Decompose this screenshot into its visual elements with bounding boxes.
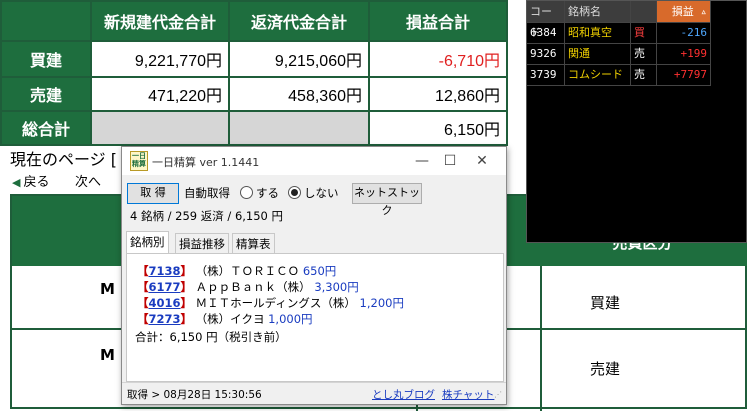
sell-close-total: 458,360円 xyxy=(228,76,370,112)
back-label: 戻る xyxy=(23,175,50,190)
ticker-code: 9326 xyxy=(527,43,565,64)
grand-pl-total: 6,150円 xyxy=(368,110,508,146)
page-indicator: 現在のページ [ xyxy=(10,150,118,169)
ticker-panel: コード 銘柄名 損益 ▵ 6384 昭和真空 買 -216 9326 関通 売 … xyxy=(526,0,747,243)
radio-on-label: する xyxy=(256,186,279,200)
col-divider xyxy=(540,266,542,411)
radio-selected-icon xyxy=(288,186,301,199)
summary-stats: 4 銘柄 / 259 返済 / 6,150 円 xyxy=(130,209,284,223)
auto-fetch-on-radio[interactable]: する xyxy=(240,185,279,201)
tab-by-stock[interactable]: 銘柄別 xyxy=(126,231,169,255)
fetch-timestamp: 取得 > 08月28日 15:30:56 xyxy=(127,389,262,401)
ticker-pl: -216 xyxy=(657,22,711,43)
tab-settlement-table[interactable]: 精算表 xyxy=(232,233,275,254)
ticker-code: 3739 xyxy=(527,64,565,85)
row-label-grand-total: 総合計 xyxy=(0,110,92,146)
blog-link[interactable]: とし丸ブログ xyxy=(372,387,435,402)
ticker-header-side[interactable] xyxy=(631,1,657,22)
radio-unselected-icon xyxy=(240,186,253,199)
ticker-name: 昭和真空 xyxy=(565,22,631,43)
ticker-code: 6384 xyxy=(527,22,565,43)
net-stock-button[interactable]: ネットストック xyxy=(352,183,422,217)
stock-name: ＭＩＴホールディングス（株） xyxy=(195,296,356,310)
buy-new-total: 9,221,770円 xyxy=(90,40,230,78)
stock-name: ＡｐｐＢａｎｋ（株） xyxy=(195,280,311,294)
header-close-total: 返済代金合計 xyxy=(228,0,370,42)
ticker-row[interactable]: 3739 コムシード 売 +7797 xyxy=(527,64,711,86)
stock-amount: 3,300円 xyxy=(314,280,359,294)
ticker-side: 売 xyxy=(631,43,657,64)
sell-pl-total: 12,860円 xyxy=(368,76,508,112)
status-bar: 取得 > 08月28日 15:30:56 とし丸ブログ 株チャット ⋰ xyxy=(122,382,506,405)
grand-new-total xyxy=(90,110,230,146)
close-icon[interactable]: ✕ xyxy=(468,151,496,171)
resize-grip-icon[interactable]: ⋰ xyxy=(494,390,502,399)
ticker-pl: +199 xyxy=(657,43,711,64)
row-label-buy: 買建 xyxy=(0,40,92,78)
row-label-sell: 売建 xyxy=(0,76,92,112)
ticker-header-name[interactable]: 銘柄名 xyxy=(565,1,631,22)
stock-code-link[interactable]: 7273 xyxy=(149,312,181,326)
stock-amount: 1,000円 xyxy=(268,312,313,326)
list-item: 【4016】 ＭＩＴホールディングス（株） 1,200円 xyxy=(137,296,404,310)
grand-close-total xyxy=(228,110,370,146)
row-side-buy: 買建 xyxy=(590,294,621,312)
auto-fetch-label: 自動取得 xyxy=(184,186,230,200)
stock-code-link[interactable]: 4016 xyxy=(149,296,181,310)
ticker-header-code[interactable]: コード xyxy=(527,1,565,39)
summary-corner xyxy=(0,0,92,42)
stock-name: （株）ＴＯＲＩＣＯ xyxy=(195,264,300,278)
header-new-total: 新規建代金合計 xyxy=(90,0,230,42)
radio-off-label: しない xyxy=(304,186,339,200)
daily-settlement-window: 一日精算 一日精算 ver 1.1441 — ☐ ✕ 取 得 自動取得 する し… xyxy=(121,146,507,405)
next-link[interactable]: 次へ xyxy=(75,171,101,190)
chat-link[interactable]: 株チャット xyxy=(442,387,494,402)
total-line: 合計：6,150 円（税引き前） xyxy=(135,330,287,344)
window-titlebar[interactable]: 一日精算 一日精算 ver 1.1441 — ☐ ✕ xyxy=(122,147,506,175)
ticker-row[interactable]: 9326 関通 売 +199 xyxy=(527,43,711,65)
stock-amount: 1,200円 xyxy=(359,296,404,310)
ticker-side: 売 xyxy=(631,64,657,85)
header-pl-total: 損益合計 xyxy=(368,0,508,42)
buy-close-total: 9,215,060円 xyxy=(228,40,370,78)
ticker-pl: +7797 xyxy=(657,64,711,85)
list-item: 【7138】 （株）ＴＯＲＩＣＯ 650円 xyxy=(137,264,337,278)
stock-list: 【7138】 （株）ＴＯＲＩＣＯ 650円 【6177】 ＡｐｐＢａｎｋ（株） … xyxy=(126,253,504,382)
sell-new-total: 471,220円 xyxy=(90,76,230,112)
summary-table: 新規建代金合計 返済代金合計 損益合計 買建 9,221,770円 9,215,… xyxy=(0,0,508,146)
row-side-sell: 売建 xyxy=(590,360,621,378)
ticker-name: コムシード xyxy=(565,64,631,85)
app-icon: 一日精算 xyxy=(130,151,148,171)
maximize-icon[interactable]: ☐ xyxy=(436,151,464,171)
list-item: 【6177】 ＡｐｐＢａｎｋ（株） 3,300円 xyxy=(137,280,359,294)
window-title: 一日精算 ver 1.1441 xyxy=(152,156,260,169)
ticker-side: 買 xyxy=(631,22,657,43)
buy-pl-total: -6,710円 xyxy=(368,40,508,78)
stock-name: （株）イクヨ xyxy=(195,312,265,326)
next-label: 次へ xyxy=(75,175,102,190)
tab-pl-trend[interactable]: 損益推移 xyxy=(175,233,229,254)
ticker-header-pl[interactable]: 損益 ▵ xyxy=(657,1,711,22)
auto-fetch-off-radio[interactable]: しない xyxy=(288,185,339,201)
ticker-header: コード 銘柄名 損益 ▵ xyxy=(527,1,711,39)
back-link[interactable]: ◀ 戻る xyxy=(12,171,49,190)
stock-code-link[interactable]: 7138 xyxy=(149,264,181,278)
ticker-name: 関通 xyxy=(565,43,631,64)
stock-code-link[interactable]: 6177 xyxy=(149,280,181,294)
ticker-row[interactable]: 6384 昭和真空 買 -216 xyxy=(527,22,711,44)
stock-amount: 650円 xyxy=(302,264,337,278)
back-arrow-icon: ◀ xyxy=(12,176,21,189)
minimize-icon[interactable]: — xyxy=(408,151,436,171)
list-item: 【7273】 （株）イクヨ 1,000円 xyxy=(137,312,313,326)
fetch-button[interactable]: 取 得 xyxy=(127,183,179,204)
